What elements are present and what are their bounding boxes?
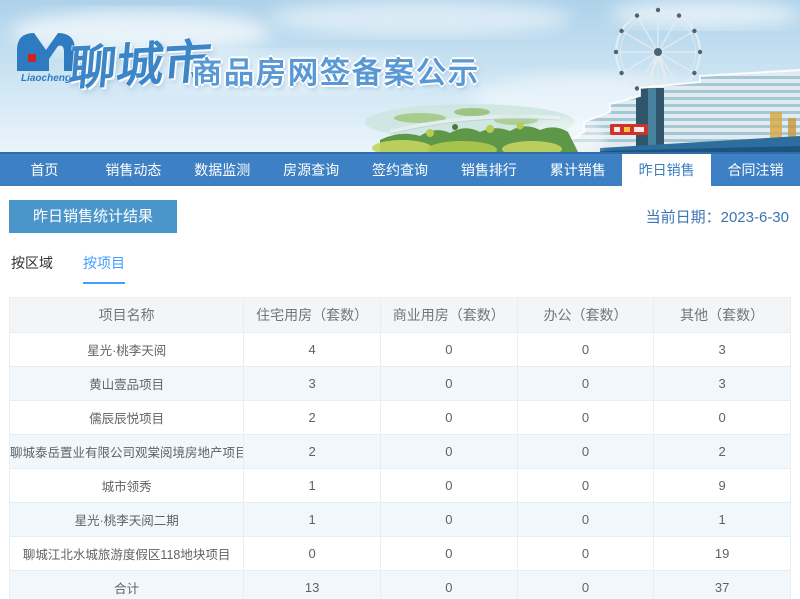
count-cell: 0 (379, 332, 518, 367)
count-cell: 37 (653, 570, 791, 599)
current-date-value: 2023-6-30 (720, 209, 789, 226)
nav-item-contract-query[interactable]: 签约查询 (356, 154, 445, 186)
count-cell: 1 (243, 502, 381, 537)
nav-item-sales-ranking[interactable]: 销售排行 (444, 154, 533, 186)
table-row: 聊城江北水城旅游度假区118地块项目 0 0 0 19 (8, 536, 791, 571)
count-cell: 0 (379, 502, 518, 537)
nav-item-total-sales[interactable]: 累计销售 (533, 154, 622, 186)
count-cell: 13 (243, 570, 381, 599)
project-name-cell: 黄山壹品项目 (8, 366, 245, 401)
column-header: 项目名称 (8, 297, 245, 333)
count-cell: 2 (243, 400, 381, 435)
count-cell: 0 (653, 400, 791, 435)
column-header: 办公（套数） (516, 297, 655, 333)
count-cell: 9 (653, 468, 791, 503)
count-cell: 3 (653, 366, 791, 401)
sales-table: 项目名称 住宅用房（套数） 商业用房（套数） 办公（套数） 其他（套数） 星光·桃李天阅… (8, 297, 791, 599)
count-cell: 0 (379, 366, 518, 401)
count-cell: 0 (516, 366, 655, 401)
current-date-label: 当前日期： (645, 209, 721, 226)
count-cell: 0 (243, 536, 381, 571)
main-nav: 首页 销售动态 数据监测 房源查询 签约查询 销售排行 累计销售 昨日销售 合同注销 (0, 152, 800, 186)
total-row: 合计 13 0 0 37 (8, 570, 791, 599)
view-tabs: 按区域 按项目 (9, 253, 791, 284)
table-row: 儒辰辰悦项目 2 0 0 0 (8, 400, 791, 435)
table-row: 星光·桃李天阅二期 1 0 0 1 (8, 502, 791, 537)
current-date: 当前日期：2023-6-30 (646, 206, 791, 227)
nav-item-yesterday-sales[interactable]: 昨日销售 (622, 154, 712, 186)
count-cell: 0 (516, 468, 655, 503)
project-name-cell: 聊城江北水城旅游度假区118地块项目 (8, 536, 245, 571)
count-cell: 4 (243, 332, 381, 367)
count-cell: 0 (516, 332, 655, 367)
count-cell: 2 (653, 434, 791, 469)
count-cell: 0 (379, 434, 518, 469)
project-name-cell: 合计 (8, 570, 245, 599)
count-cell: 0 (379, 400, 518, 435)
project-name-cell: 星光·桃李天阅二期 (8, 502, 245, 537)
count-cell: 0 (379, 536, 518, 571)
project-name-cell: 聊城泰岳置业有限公司观棠阅境房地产项目 (8, 434, 245, 469)
project-name-cell: 儒辰辰悦项目 (8, 400, 245, 435)
site-title: 商品房网签备案公示 (192, 57, 480, 90)
count-cell: 0 (379, 468, 518, 503)
count-cell: 3 (243, 366, 381, 401)
tab-by-region[interactable]: 按区域 (11, 253, 53, 284)
count-cell: 1 (243, 468, 381, 503)
table-row: 黄山壹品项目 3 0 0 3 (8, 366, 791, 401)
project-name-cell: 城市领秀 (8, 468, 245, 503)
section-title: 昨日销售统计结果 (9, 200, 178, 233)
count-cell: 1 (653, 502, 791, 537)
count-cell: 0 (516, 570, 655, 599)
table-row: 城市领秀 1 0 0 9 (8, 468, 791, 503)
column-header: 商业用房（套数） (379, 297, 518, 333)
nav-item-contract-cancel[interactable]: 合同注销 (711, 154, 800, 186)
page-content: 昨日销售统计结果 当前日期：2023-6-30 按区域 按项目 项目名称 住宅用房（… (0, 200, 800, 599)
nav-item-sales-activity[interactable]: 销售动态 (89, 154, 178, 186)
site-banner: Liaocheng 聊城市 商品房网签备案公示 (0, 0, 800, 152)
page-head: 昨日销售统计结果 当前日期：2023-6-30 (9, 200, 791, 233)
tab-by-project[interactable]: 按项目 (83, 253, 125, 284)
count-cell: 0 (516, 502, 655, 537)
project-name-cell: 星光·桃李天阅 (8, 332, 245, 367)
nav-item-home[interactable]: 首页 (0, 154, 89, 186)
count-cell: 2 (243, 434, 381, 469)
count-cell: 3 (653, 332, 791, 367)
column-header: 住宅用房（套数） (243, 297, 381, 333)
count-cell: 0 (516, 434, 655, 469)
count-cell: 0 (516, 536, 655, 571)
table-row: 星光·桃李天阅 4 0 0 3 (8, 332, 791, 367)
table-row: 聊城泰岳置业有限公司观棠阅境房地产项目 2 0 0 2 (8, 434, 791, 469)
count-cell: 0 (379, 570, 518, 599)
table-header-row: 项目名称 住宅用房（套数） 商业用房（套数） 办公（套数） 其他（套数） (8, 297, 791, 333)
count-cell: 0 (516, 400, 655, 435)
count-cell: 19 (653, 536, 791, 571)
nav-item-data-monitor[interactable]: 数据监测 (178, 154, 267, 186)
nav-item-listing-query[interactable]: 房源查询 (267, 154, 356, 186)
column-header: 其他（套数） (653, 297, 791, 333)
